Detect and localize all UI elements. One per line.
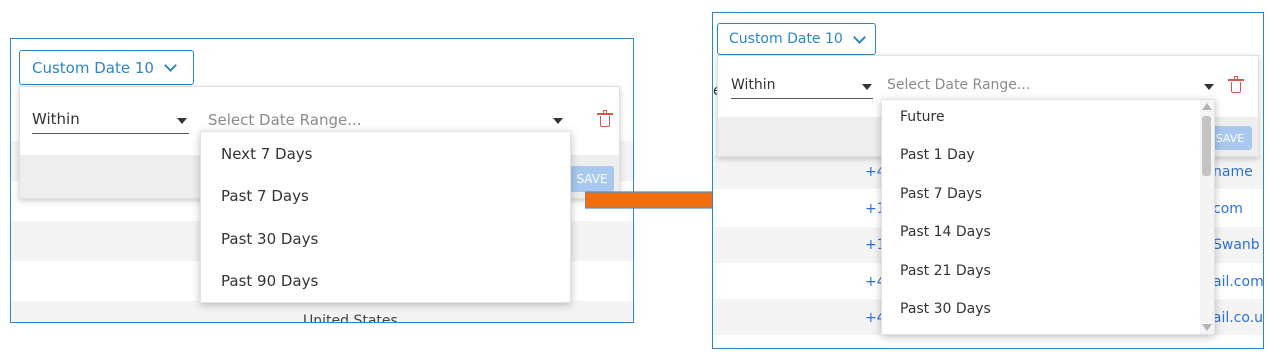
menu-item-past-90-days[interactable]: Past 90 Days	[201, 272, 570, 290]
before-screenshot: United States Custom Date 10 Within Sele…	[10, 38, 634, 323]
within-select[interactable]: Within	[32, 110, 189, 134]
save-label: SAVE	[1215, 131, 1245, 145]
menu-item-next-7-days[interactable]: Next 7 Days	[201, 145, 570, 163]
scroll-up-icon[interactable]	[1202, 103, 1212, 110]
custom-date-filter-button[interactable]: Custom Date 10	[717, 23, 876, 55]
within-label: Within	[32, 110, 80, 128]
dropdown-caret-icon	[177, 118, 187, 124]
scroll-down-icon[interactable]	[1202, 324, 1212, 331]
trash-icon[interactable]	[1228, 76, 1244, 93]
chevron-down-icon	[852, 30, 866, 44]
date-range-menu: Future Past 1 Day Past 7 Days Past 14 Da…	[881, 99, 1215, 335]
date-range-placeholder: Select Date Range...	[208, 111, 362, 129]
date-range-select[interactable]: Select Date Range...	[208, 111, 573, 133]
date-range-placeholder: Select Date Range...	[887, 77, 1031, 93]
within-select[interactable]: Within	[731, 77, 873, 99]
menu-item-past-21-days[interactable]: Past 21 Days	[882, 263, 1214, 279]
after-screenshot: e +4 +1 +1 +4 +4 name com Swanb ail.com …	[712, 12, 1264, 349]
menu-item-past-30-days[interactable]: Past 30 Days	[882, 301, 1214, 317]
dropdown-caret-icon	[862, 84, 872, 90]
dropdown-caret-icon	[553, 118, 563, 124]
filter-button-label: Custom Date 10	[32, 58, 154, 77]
filter-button-label: Custom Date 10	[729, 31, 843, 47]
email-cell[interactable]: name	[1213, 164, 1253, 180]
date-range-menu: Next 7 Days Past 7 Days Past 30 Days Pas…	[200, 131, 571, 303]
custom-date-filter-button[interactable]: Custom Date 10	[19, 50, 194, 85]
chevron-down-icon	[164, 59, 177, 72]
email-cell[interactable]: ail.com	[1213, 274, 1263, 290]
menu-item-future[interactable]: Future	[882, 109, 1214, 125]
email-cell[interactable]: Swanb	[1213, 237, 1260, 253]
menu-item-past-14-days[interactable]: Past 14 Days	[882, 224, 1214, 240]
menu-item-past-1-day[interactable]: Past 1 Day	[882, 147, 1214, 163]
menu-item-past-30-days[interactable]: Past 30 Days	[201, 230, 570, 248]
menu-item-past-7-days[interactable]: Past 7 Days	[201, 187, 570, 205]
country-cell: United States	[303, 313, 398, 323]
within-label: Within	[731, 77, 776, 93]
date-range-select[interactable]: Select Date Range...	[887, 77, 1217, 99]
menu-item-past-7-days[interactable]: Past 7 Days	[882, 186, 1214, 202]
email-cell[interactable]: com	[1213, 201, 1243, 217]
dropdown-caret-icon	[1204, 84, 1214, 90]
trash-icon[interactable]	[597, 110, 613, 127]
scrollbar-thumb[interactable]	[1202, 116, 1211, 176]
